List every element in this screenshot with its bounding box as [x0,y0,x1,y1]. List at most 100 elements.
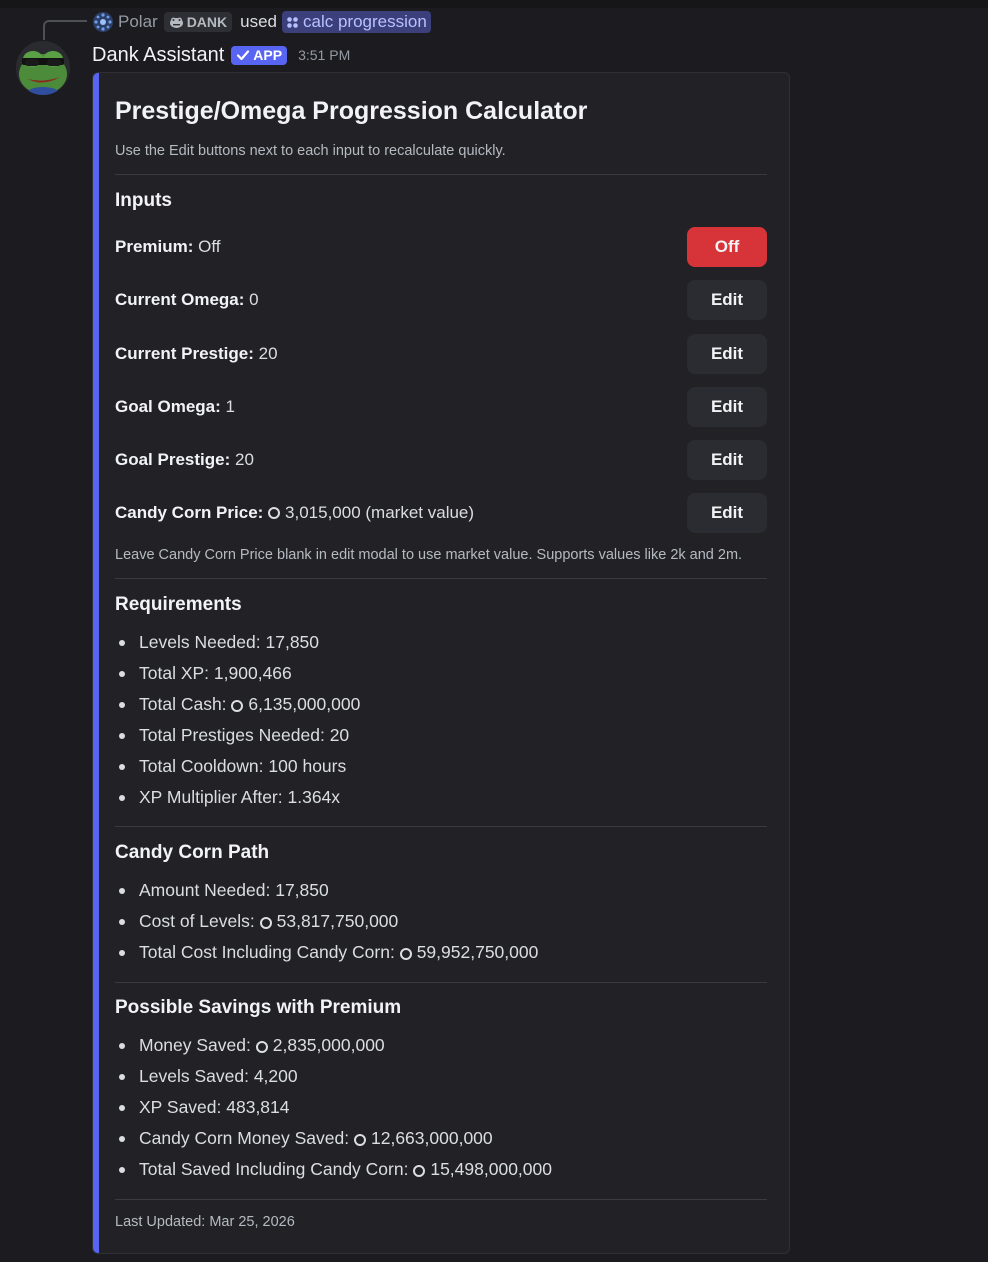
item-label: Total XP: [139,663,210,683]
divider [115,1199,767,1200]
item-value: 6,135,000,000 [248,694,361,714]
item-value: 483,814 [226,1097,290,1117]
bot-avatar[interactable] [16,41,70,95]
input-value: 1 [225,397,236,416]
edit-candy-corn-price-button[interactable]: Edit [687,493,767,533]
bot-name[interactable]: Dank Assistant [92,44,224,67]
list-item: XP Multiplier After: 1.364x [115,782,767,813]
list-item: Amount Needed: 17,850 [115,875,767,906]
input-label: Current Omega: [115,290,245,309]
list-item: Candy Corn Money Saved: 12,663,000,000 [115,1123,767,1154]
item-label: Levels Needed: [139,632,261,652]
inputs-note: Leave Candy Corn Price blank in edit mod… [115,547,743,563]
list-item: Total Cooldown: 100 hours [115,751,767,782]
item-label: Amount Needed: [139,880,271,900]
requirements-heading: Requirements [115,594,242,615]
coin-icon [231,699,244,712]
input-value: 20 [235,450,254,469]
app-badge: APP [231,45,288,65]
message-header: Dank Assistant APP 3:51 PM [92,42,350,68]
item-value: 17,850 [265,632,320,652]
command-invocation: Polar DANK used calc progression [92,10,431,34]
input-row-premium: Premium: Off Off [115,227,767,267]
coin-icon [259,916,272,929]
input-row-current-omega: Current Omega: 0 Edit [115,280,767,320]
item-value: 2,835,000,000 [272,1035,385,1055]
item-label: Total Saved Including Candy Corn: [139,1159,409,1179]
server-tag[interactable]: DANK [163,12,233,32]
slash-command-link[interactable]: calc progression [282,11,431,33]
premium-savings-heading: Possible Savings with Premium [115,997,402,1018]
server-tag-label: DANK [186,14,228,30]
item-value: 1,900,466 [213,663,292,683]
candy-corn-path-heading: Candy Corn Path [115,842,270,863]
list-item: Cost of Levels: 53,817,750,000 [115,906,767,937]
checkmark-icon [237,50,250,61]
item-label: Total Prestiges Needed: [139,725,325,745]
app-badge-label: APP [253,47,283,63]
used-text: used [240,12,278,31]
item-value: 17,850 [275,880,329,900]
item-value: 1.364x [287,787,341,807]
invoking-username[interactable]: Polar [118,12,158,32]
list-item: Total Saved Including Candy Corn: 15,498… [115,1154,767,1185]
list-item: Levels Needed: 17,850 [115,627,767,658]
inputs-heading: Inputs [115,190,172,211]
input-label: Premium: [115,237,194,256]
list-item: Total Cash: 6,135,000,000 [115,689,767,720]
edit-goal-prestige-button[interactable]: Edit [687,440,767,480]
message-timestamp[interactable]: 3:51 PM [298,47,350,63]
item-value: 4,200 [253,1066,298,1086]
frog-tag-icon [169,17,183,28]
list-item: Levels Saved: 4,200 [115,1061,767,1092]
input-row-goal-prestige: Goal Prestige: 20 Edit [115,440,767,480]
divider [115,826,767,827]
calculator-embed: Prestige/Omega Progression Calculator Us… [92,72,790,1254]
coin-icon [399,947,412,960]
item-label: Candy Corn Money Saved: [139,1128,350,1148]
list-item: Total XP: 1,900,466 [115,658,767,689]
coin-icon [413,1164,426,1177]
coin-icon [268,507,281,519]
premium-toggle-button[interactable]: Off [687,227,767,267]
input-row-candy-corn-price: Candy Corn Price: 3,015,000 (market valu… [115,493,767,533]
input-label: Candy Corn Price: [115,503,264,522]
item-label: Total Cooldown: [139,756,264,776]
divider [115,578,767,579]
edit-current-prestige-button[interactable]: Edit [687,334,767,374]
item-label: XP Saved: [139,1097,222,1117]
edit-goal-omega-button[interactable]: Edit [687,387,767,427]
pepe-avatar-icon [16,41,70,95]
item-value: 20 [329,725,350,745]
list-item: Money Saved: 2,835,000,000 [115,1030,767,1061]
input-label: Goal Omega: [115,397,221,416]
item-value: 59,952,750,000 [416,942,539,962]
input-row-goal-omega: Goal Omega: 1 Edit [115,387,767,427]
candy-corn-path-list: Amount Needed: 17,850 Cost of Levels: 53… [115,875,767,968]
item-label: Total Cost Including Candy Corn: [139,942,395,962]
command-name: calc progression [303,12,427,31]
item-label: Levels Saved: [139,1066,249,1086]
embed-title: Prestige/Omega Progression Calculator [115,97,588,125]
embed-subtitle: Use the Edit buttons next to each input … [115,143,506,159]
requirements-list: Levels Needed: 17,850 Total XP: 1,900,46… [115,627,767,813]
edit-current-omega-button[interactable]: Edit [687,280,767,320]
input-value: 3,015,000 (market value) [285,503,475,522]
window-top-strip [0,0,988,8]
reply-connector [43,20,87,40]
item-value: 12,663,000,000 [371,1128,493,1148]
list-item: XP Saved: 483,814 [115,1092,767,1123]
item-value: 15,498,000,000 [430,1159,552,1179]
list-item: Total Cost Including Candy Corn: 59,952,… [115,937,767,968]
divider [115,174,767,175]
input-row-current-prestige: Current Prestige: 20 Edit [115,334,767,374]
item-label: Money Saved: [139,1035,251,1055]
input-value: 0 [249,290,259,309]
list-item: Total Prestiges Needed: 20 [115,720,767,751]
premium-savings-list: Money Saved: 2,835,000,000 Levels Saved:… [115,1030,767,1185]
item-value: 53,817,750,000 [276,911,399,931]
coin-icon [255,1040,268,1053]
app-command-icon [287,16,298,28]
item-label: Cost of Levels: [139,911,255,931]
polar-avatar-icon[interactable] [92,11,114,33]
